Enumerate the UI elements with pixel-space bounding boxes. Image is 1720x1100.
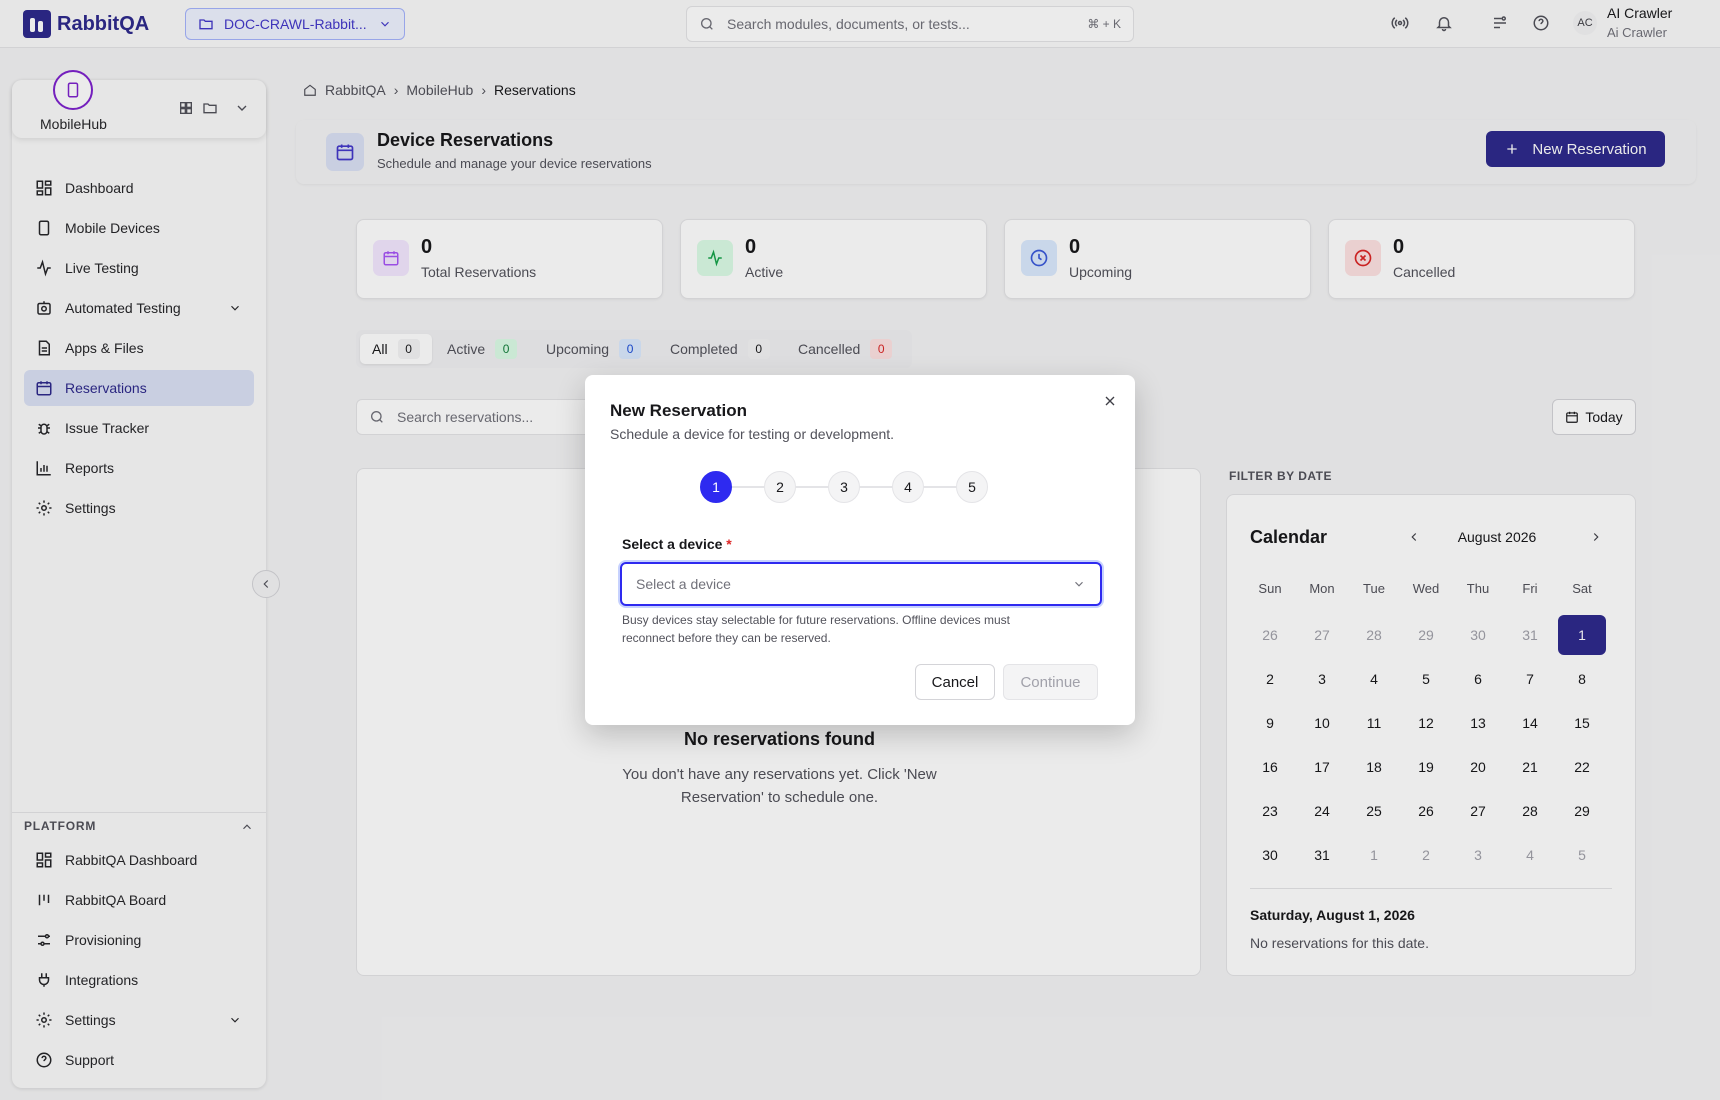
device-select[interactable]: Select a device bbox=[620, 562, 1102, 606]
device-help-text: Busy devices stay selectable for future … bbox=[622, 613, 1010, 645]
step-indicator: 2 bbox=[764, 471, 796, 503]
close-icon[interactable] bbox=[1102, 393, 1118, 409]
step-indicator: 4 bbox=[892, 471, 924, 503]
step-indicator: 1 bbox=[700, 471, 732, 503]
step-connector bbox=[796, 486, 828, 488]
device-field-label: Select a device * bbox=[622, 536, 732, 552]
step-connector bbox=[860, 486, 892, 488]
cancel-button[interactable]: Cancel bbox=[915, 664, 995, 700]
dialog-title: New Reservation bbox=[610, 401, 747, 420]
step-connector bbox=[732, 486, 764, 488]
chevron-down-icon bbox=[1075, 581, 1083, 587]
step-indicator: 5 bbox=[956, 471, 988, 503]
required-mark: * bbox=[726, 536, 732, 552]
continue-button[interactable]: Continue bbox=[1003, 664, 1098, 700]
step-indicator: 3 bbox=[828, 471, 860, 503]
step-connector bbox=[924, 486, 956, 488]
new-reservation-dialog: New Reservation Schedule a device for te… bbox=[585, 375, 1135, 725]
field-label-text: Select a device bbox=[622, 536, 723, 552]
dialog-subtitle: Schedule a device for testing or develop… bbox=[610, 426, 895, 442]
device-select-placeholder: Select a device bbox=[636, 576, 731, 592]
